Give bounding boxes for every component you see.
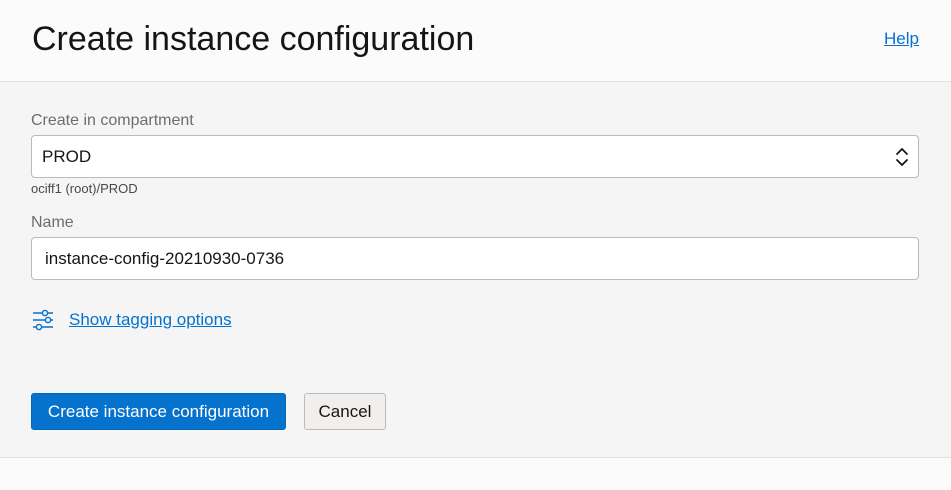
panel-header: Create instance configuration Help — [0, 0, 951, 82]
name-input[interactable]: instance-config-20210930-0736 — [31, 237, 919, 280]
create-instance-configuration-button[interactable]: Create instance configuration — [31, 393, 286, 430]
compartment-label: Create in compartment — [31, 112, 194, 129]
show-tagging-options-link[interactable]: Show tagging options — [69, 310, 232, 330]
chevron-up-down-icon — [896, 148, 908, 166]
compartment-select-value: PROD — [42, 147, 92, 166]
cancel-button[interactable]: Cancel — [304, 393, 386, 430]
compartment-select[interactable]: PROD — [31, 135, 919, 178]
name-input-value: instance-config-20210930-0736 — [45, 249, 285, 268]
compartment-path: ociff1 (root)/PROD — [31, 181, 138, 196]
name-label: Name — [31, 214, 74, 231]
form-body: Create in compartment PROD ociff1 (root)… — [0, 82, 951, 458]
page-title: Create instance configuration — [32, 20, 475, 58]
help-link[interactable]: Help — [884, 29, 919, 49]
sliders-icon — [33, 309, 53, 331]
show-tagging-options[interactable]: Show tagging options — [31, 308, 232, 332]
